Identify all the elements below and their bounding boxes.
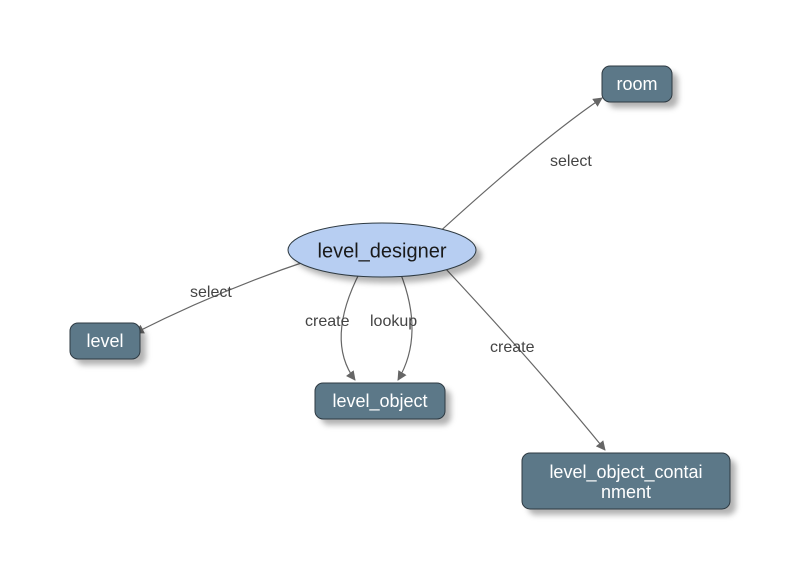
node-containment-label-line1: level_object_contai xyxy=(549,462,702,483)
node-level-object-label: level_object xyxy=(332,391,427,412)
diagram-canvas: select select create lookup create room … xyxy=(0,0,800,565)
edge-label-designer-containment: create xyxy=(490,339,535,356)
node-room[interactable]: room xyxy=(602,66,678,108)
node-level-object[interactable]: level_object xyxy=(315,383,451,425)
edge-label-designer-object-create: create xyxy=(305,313,350,330)
node-level[interactable]: level xyxy=(70,323,146,365)
node-level-object-containment[interactable]: level_object_contai nment xyxy=(522,453,736,515)
edge-designer-containment xyxy=(445,268,605,450)
edge-label-designer-object-lookup: lookup xyxy=(370,313,417,330)
edge-label-designer-room: select xyxy=(550,153,592,170)
node-level-designer[interactable]: level_designer xyxy=(288,223,482,283)
edge-label-designer-level: select xyxy=(190,284,232,301)
node-level-designer-label: level_designer xyxy=(318,240,447,262)
node-level-label: level xyxy=(86,331,123,351)
node-room-label: room xyxy=(616,74,657,94)
node-containment-label-line2: nment xyxy=(601,482,651,502)
